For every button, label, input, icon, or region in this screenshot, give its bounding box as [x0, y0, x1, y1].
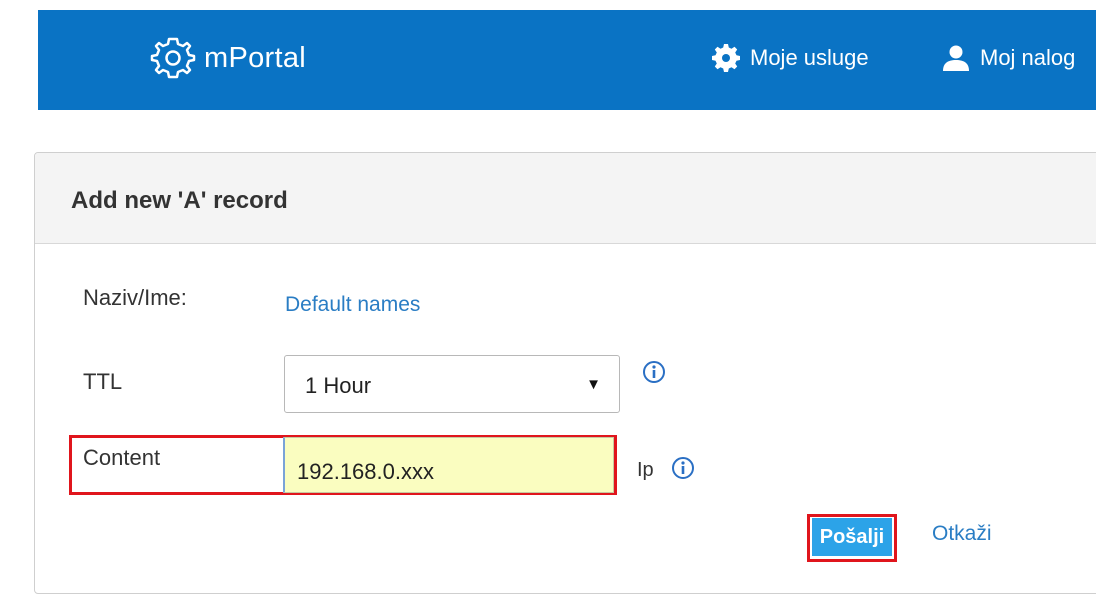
brand-name: mPortal	[204, 41, 307, 74]
nav-my-services[interactable]: Moje usluge	[712, 40, 869, 76]
content-ip-input[interactable]	[283, 437, 614, 493]
nav-my-account[interactable]: Moj nalog	[942, 40, 1075, 76]
gear-icon	[712, 44, 740, 72]
user-icon	[943, 45, 969, 71]
panel-title: Add new 'A' record	[71, 187, 288, 214]
add-record-panel: Add new 'A' record Naziv/Ime: Default na…	[34, 152, 1096, 594]
content-info-icon[interactable]	[671, 456, 695, 480]
panel-header: Add new 'A' record	[35, 153, 1096, 244]
ttl-select[interactable]: 1 Hour ▼	[284, 355, 620, 413]
content-label: Content	[83, 445, 161, 470]
dropdown-arrow-icon: ▼	[586, 376, 601, 393]
ttl-selected-value: 1 Hour	[305, 373, 372, 398]
ttl-label: TTL	[83, 369, 123, 394]
submit-button[interactable]: Pošalji	[812, 518, 892, 556]
nav-my-account-label: Moj nalog	[980, 45, 1076, 70]
nav-my-services-label: Moje usluge	[750, 45, 869, 70]
cancel-link[interactable]: Otkaži	[932, 522, 992, 546]
ttl-info-icon[interactable]	[642, 360, 666, 384]
brand-logo[interactable]: mPortal	[148, 33, 306, 83]
default-names-link[interactable]: Default names	[285, 293, 420, 317]
content-hint-label: Ip	[637, 459, 654, 481]
top-navigation-bar: mPortal Moje usluge Moj nalog	[38, 10, 1096, 110]
gear-logo-icon	[150, 37, 196, 79]
name-label: Naziv/Ime:	[83, 285, 187, 310]
